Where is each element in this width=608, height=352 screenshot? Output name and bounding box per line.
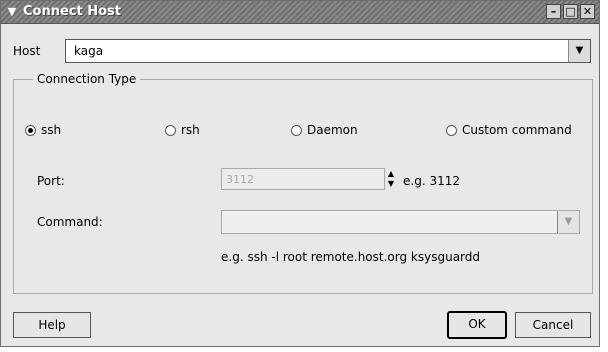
host-dropdown-button[interactable]: ▼ xyxy=(568,40,590,62)
close-button[interactable]: ✕ xyxy=(580,4,595,19)
window-menu-icon[interactable]: ▼ xyxy=(5,5,19,19)
command-example: e.g. ssh -l root remote.host.org ksysgua… xyxy=(221,250,481,264)
radio-daemon[interactable]: Daemon xyxy=(291,123,358,137)
command-combobox[interactable]: ▼ xyxy=(221,210,580,234)
radio-daemon-label: Daemon xyxy=(307,123,358,137)
dropdown-arrow-icon: ▼ xyxy=(575,45,584,56)
host-label: Host xyxy=(13,44,41,58)
dropdown-arrow-icon: ▼ xyxy=(564,216,573,227)
port-value[interactable]: 3112 xyxy=(226,173,254,186)
radio-rsh-label: rsh xyxy=(181,123,200,137)
radio-custom-command[interactable]: Custom command xyxy=(446,123,572,137)
connect-host-dialog: ▼ Connect Host – □ ✕ Host kaga ▼ Connect… xyxy=(0,0,600,347)
spin-up-icon[interactable]: ▲ xyxy=(385,169,397,179)
radio-rsh[interactable]: rsh xyxy=(165,123,200,137)
host-combobox[interactable]: kaga ▼ xyxy=(65,39,591,63)
port-spin-buttons[interactable]: ▲ ▼ xyxy=(385,169,397,189)
host-input[interactable]: kaga xyxy=(74,44,103,58)
radio-rsh-indicator[interactable] xyxy=(165,124,176,136)
window-title: Connect Host xyxy=(23,4,122,19)
minimize-button[interactable]: – xyxy=(546,4,561,19)
radio-ssh-indicator[interactable] xyxy=(25,124,36,136)
radio-daemon-indicator[interactable] xyxy=(291,124,302,136)
radio-ssh-label: ssh xyxy=(41,123,62,137)
connection-type-title: Connection Type xyxy=(33,72,141,86)
command-dropdown-button[interactable]: ▼ xyxy=(557,211,579,233)
cancel-button[interactable]: Cancel xyxy=(515,312,591,338)
radio-custom-label: Custom command xyxy=(462,123,572,137)
radio-custom-indicator[interactable] xyxy=(446,124,457,136)
port-example: e.g. 3112 xyxy=(403,174,460,188)
window-controls: – □ ✕ xyxy=(546,4,595,19)
radio-ssh[interactable]: ssh xyxy=(25,123,61,137)
spin-down-icon[interactable]: ▼ xyxy=(385,179,397,189)
title-bar[interactable]: ▼ Connect Host – □ ✕ xyxy=(1,1,599,24)
port-spinbox[interactable]: 3112 xyxy=(221,168,385,190)
maximize-button[interactable]: □ xyxy=(563,4,578,19)
port-label: Port: xyxy=(37,174,65,188)
ok-button[interactable]: OK xyxy=(447,311,507,339)
help-button[interactable]: Help xyxy=(13,312,91,338)
command-label: Command: xyxy=(37,215,103,229)
